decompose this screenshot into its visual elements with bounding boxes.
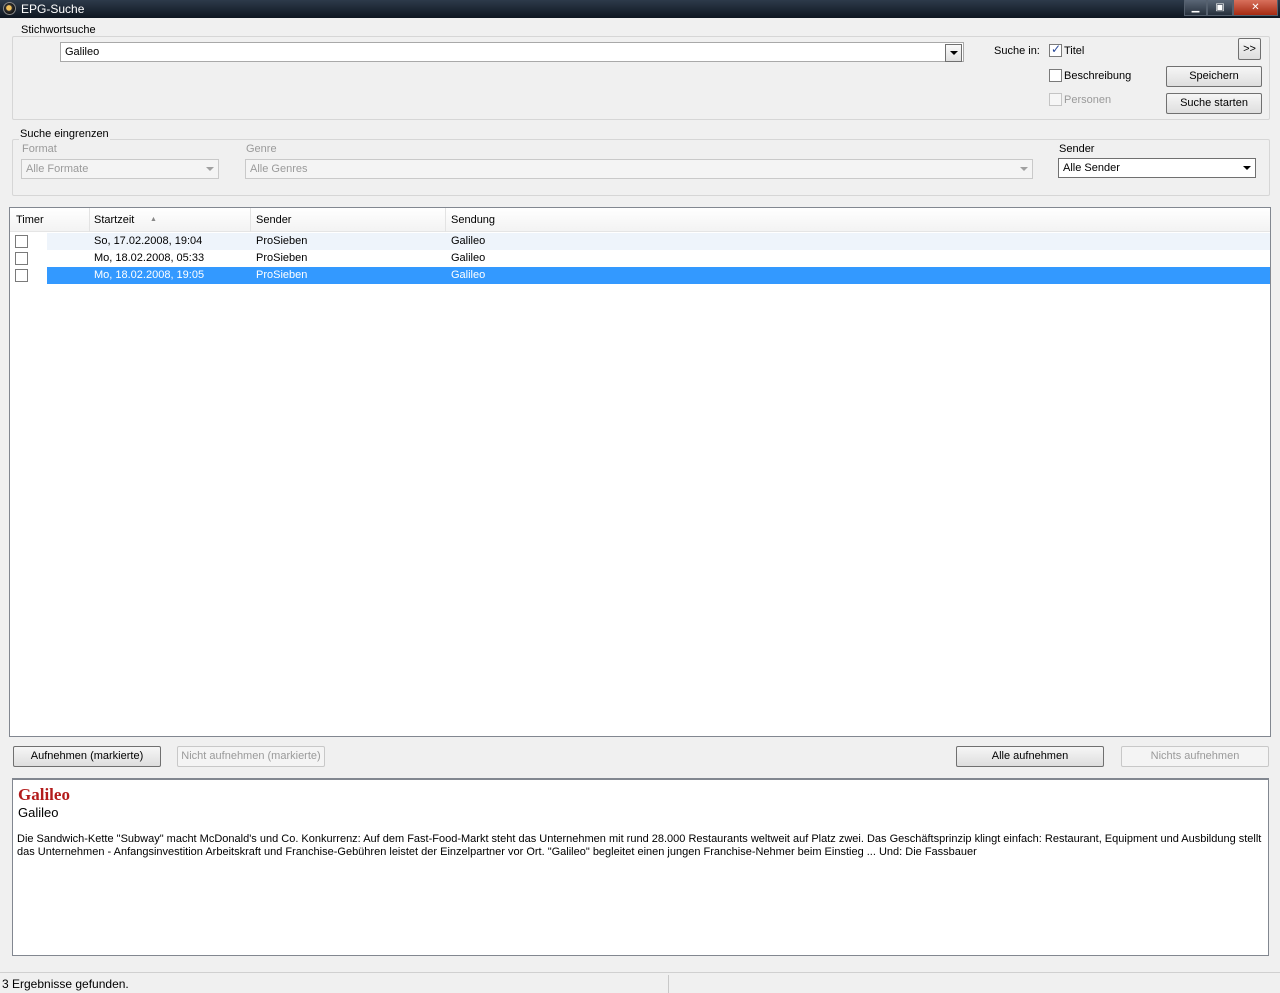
start-search-button[interactable]: Suche starten [1166, 93, 1262, 114]
filter-group-label: Suche eingrenzen [19, 128, 110, 140]
row-startzeit: Mo, 18.02.2008, 05:33 [94, 252, 205, 264]
minimize-button[interactable]: ▁ [1184, 0, 1207, 16]
chevron-down-icon [1016, 161, 1031, 177]
title-bar: EPG-Suche ▁ ▣ ✕ [0, 0, 1280, 18]
results-header: Timer Startzeit ▲ Sender Sendung [10, 208, 1270, 232]
window-title: EPG-Suche [21, 2, 85, 16]
detail-description: Die Sandwich-Kette "Subway" macht McDona… [17, 833, 1262, 858]
column-header-startzeit[interactable]: Startzeit ▲ [88, 208, 251, 232]
row-sender: ProSieben [256, 235, 308, 247]
keyword-search-label: Stichwortsuche [20, 24, 97, 36]
format-combo[interactable]: Alle Formate [21, 159, 219, 179]
record-none-button[interactable]: Nichts aufnehmen [1121, 746, 1269, 767]
close-button[interactable]: ✕ [1233, 0, 1278, 16]
checkbox-beschreibung-label: Beschreibung [1064, 70, 1132, 82]
genre-combo[interactable]: Alle Genres [245, 159, 1033, 179]
row-sendung: Galileo [451, 269, 486, 281]
checkbox-personen[interactable] [1049, 93, 1062, 106]
results-list[interactable]: Timer Startzeit ▲ Sender Sendung So, 17.… [9, 207, 1271, 737]
checkbox-titel[interactable] [1049, 42, 1062, 57]
chevron-down-icon [202, 161, 217, 177]
column-header-timer[interactable]: Timer [10, 208, 90, 232]
timer-checkbox[interactable] [15, 252, 28, 265]
not-record-marked-button[interactable]: Nicht aufnehmen (markierte) [177, 746, 325, 767]
row-startzeit: So, 17.02.2008, 19:04 [94, 235, 203, 247]
search-query-combo[interactable]: Galileo [60, 42, 964, 62]
sender-combo[interactable]: Alle Sender [1058, 158, 1256, 178]
status-text: 3 Ergebnisse gefunden. [2, 977, 129, 991]
sender-value: Alle Sender [1063, 162, 1120, 174]
row-sender: ProSieben [256, 269, 308, 281]
column-header-sender[interactable]: Sender [250, 208, 446, 232]
maximize-button[interactable]: ▣ [1207, 0, 1233, 16]
genre-value: Alle Genres [250, 163, 308, 175]
record-all-button[interactable]: Alle aufnehmen [956, 746, 1104, 767]
app-icon [3, 2, 16, 15]
row-sendung: Galileo [451, 252, 486, 264]
table-row[interactable]: Mo, 18.02.2008, 05:33 ProSieben Galileo [10, 250, 1270, 267]
detail-pane: Galileo Galileo Die Sandwich-Kette "Subw… [12, 778, 1269, 956]
search-query-value: Galileo [65, 46, 100, 58]
column-header-startzeit-label: Startzeit [94, 214, 135, 226]
table-row-selected[interactable]: Mo, 18.02.2008, 19:05 ProSieben Galileo [10, 267, 1270, 284]
timer-checkbox[interactable] [15, 235, 28, 248]
sender-label: Sender [1059, 143, 1095, 155]
row-sendung: Galileo [451, 235, 486, 247]
chevron-down-icon[interactable] [1239, 160, 1254, 176]
row-startzeit: Mo, 18.02.2008, 19:05 [94, 269, 205, 281]
table-row[interactable]: So, 17.02.2008, 19:04 ProSieben Galileo [10, 233, 1270, 250]
row-sender: ProSieben [256, 252, 308, 264]
chevron-down-icon[interactable] [945, 44, 962, 62]
format-label: Format [22, 143, 57, 155]
expand-button[interactable]: >> [1238, 38, 1261, 60]
checkbox-beschreibung[interactable] [1049, 69, 1062, 82]
column-header-sendung[interactable]: Sendung [445, 208, 1270, 232]
status-bar: 3 Ergebnisse gefunden. [0, 972, 1280, 993]
save-button[interactable]: Speichern [1166, 66, 1262, 87]
record-marked-button[interactable]: Aufnehmen (markierte) [13, 746, 161, 767]
status-separator [668, 975, 669, 993]
sort-ascending-icon: ▲ [150, 216, 157, 223]
timer-checkbox[interactable] [15, 269, 28, 282]
detail-title: Galileo [18, 785, 70, 804]
search-in-label: Suche in: [994, 45, 1040, 57]
checkbox-titel-label: Titel [1064, 45, 1085, 57]
format-value: Alle Formate [26, 163, 89, 175]
detail-subtitle: Galileo [18, 805, 59, 820]
checkbox-personen-label: Personen [1064, 94, 1112, 106]
genre-label: Genre [246, 143, 277, 155]
